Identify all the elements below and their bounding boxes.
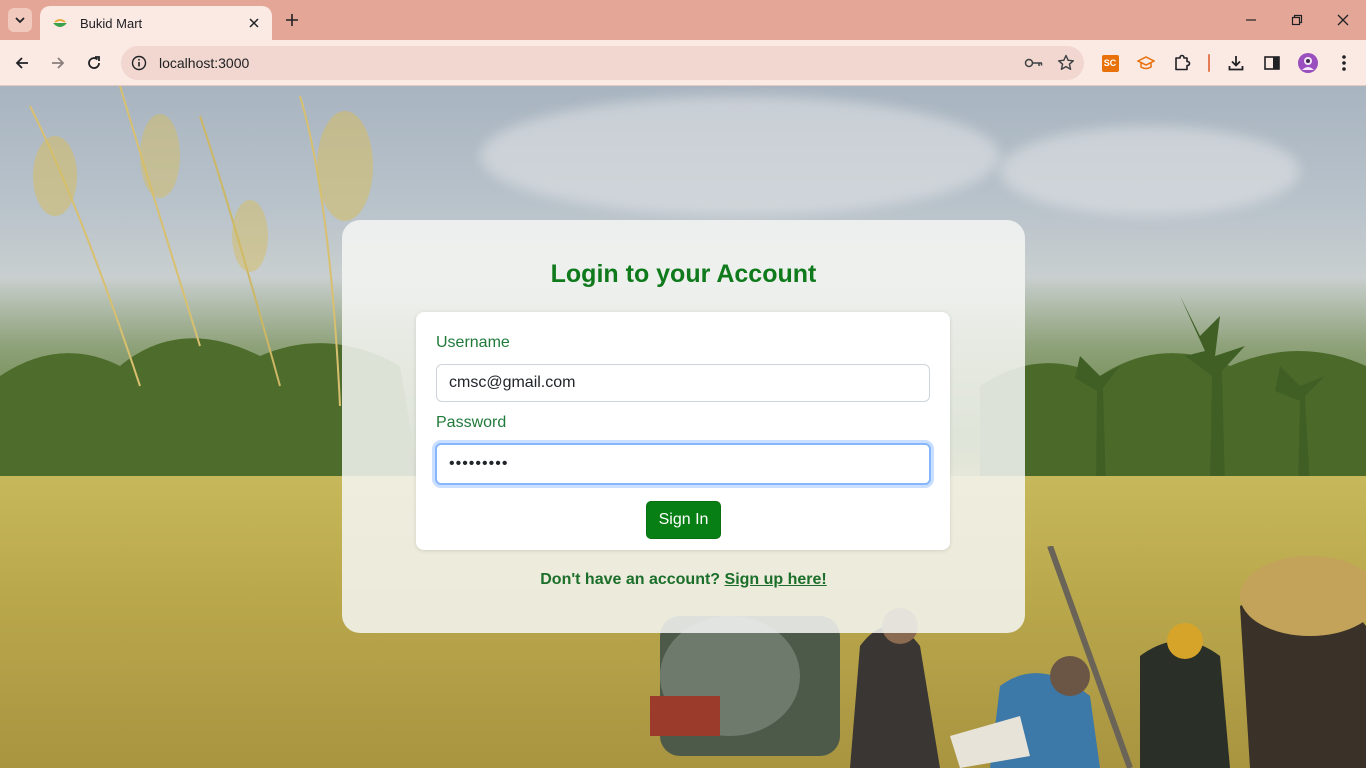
close-window-button[interactable] xyxy=(1333,10,1353,30)
side-panel-button[interactable] xyxy=(1261,52,1283,74)
password-field[interactable]: ••••••••• xyxy=(435,443,931,485)
reload-button[interactable] xyxy=(82,51,106,75)
extensions-button[interactable] xyxy=(1171,52,1193,74)
sign-in-button[interactable]: Sign In xyxy=(646,501,721,539)
puzzle-icon xyxy=(1175,54,1191,71)
browser-menu-button[interactable] xyxy=(1333,52,1355,74)
close-icon xyxy=(1337,14,1349,26)
chevron-down-icon xyxy=(15,17,25,24)
password-label: Password xyxy=(436,414,507,431)
url-text[interactable]: localhost:3000 xyxy=(159,55,1020,71)
tab-bar: Bukid Mart xyxy=(0,0,1366,40)
login-form: Username cmsc@gmail.com Password •••••••… xyxy=(416,312,950,550)
tab-active[interactable]: Bukid Mart xyxy=(40,6,272,40)
sc-extension-icon: SC xyxy=(1101,54,1119,72)
tab-search-button[interactable] xyxy=(8,8,32,32)
login-card: Login to your Account Username cmsc@gmai… xyxy=(342,220,1025,633)
plus-icon xyxy=(286,14,298,26)
signup-prompt-row: Don't have an account? Sign up here! xyxy=(342,571,1025,589)
extension-sc-button[interactable]: SC xyxy=(1099,52,1121,74)
restore-button[interactable] xyxy=(1287,10,1307,30)
new-tab-button[interactable] xyxy=(282,10,302,30)
signup-prompt-text: Don't have an account? xyxy=(540,571,721,588)
sign-up-link[interactable]: Sign up here! xyxy=(725,571,827,588)
restore-icon xyxy=(1291,14,1303,26)
download-icon xyxy=(1228,56,1244,71)
browser-toolbar: localhost:3000 SC xyxy=(0,40,1366,86)
extension-scholar-button[interactable] xyxy=(1135,52,1157,74)
bookmark-button[interactable] xyxy=(1052,49,1080,77)
reload-icon xyxy=(88,56,100,69)
avatar xyxy=(1298,53,1318,73)
toolbar-divider xyxy=(1208,54,1210,72)
key-icon xyxy=(1024,58,1043,68)
minimize-button[interactable] xyxy=(1241,10,1261,30)
back-button[interactable] xyxy=(10,51,34,75)
star-icon xyxy=(1058,54,1074,70)
bukid-mart-favicon xyxy=(53,19,67,27)
info-icon xyxy=(131,55,147,71)
side-panel-icon xyxy=(1264,56,1280,70)
forward-arrow-icon xyxy=(52,57,65,69)
back-arrow-icon xyxy=(15,57,28,69)
graduation-cap-icon xyxy=(1137,56,1155,70)
close-icon xyxy=(249,18,259,28)
username-field[interactable]: cmsc@gmail.com xyxy=(436,364,930,402)
address-bar[interactable]: localhost:3000 xyxy=(121,46,1084,80)
tab-title: Bukid Mart xyxy=(80,15,143,31)
forward-button[interactable] xyxy=(46,51,70,75)
downloads-button[interactable] xyxy=(1225,52,1247,74)
site-info-button[interactable] xyxy=(123,47,155,79)
profile-button[interactable] xyxy=(1297,52,1319,74)
tab-close-button[interactable] xyxy=(246,15,262,31)
more-vertical-icon xyxy=(1342,55,1346,71)
password-key-button[interactable] xyxy=(1020,49,1048,77)
username-label: Username xyxy=(436,334,510,351)
minimize-icon xyxy=(1246,19,1256,21)
page-title: Login to your Account xyxy=(550,260,817,288)
page-viewport: Login to your Account Username cmsc@gmai… xyxy=(0,86,1366,768)
